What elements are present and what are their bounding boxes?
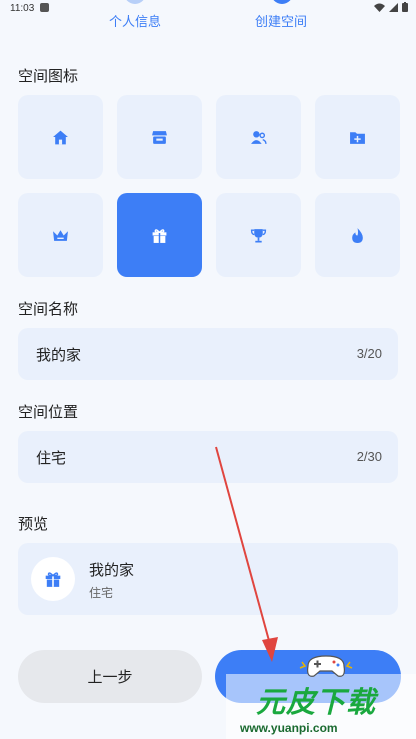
people-icon — [251, 130, 267, 144]
stepper: 个人信息 创建空间 — [0, 0, 416, 34]
store-icon — [152, 130, 167, 144]
space-location-field[interactable]: 住宅 2/30 — [18, 431, 398, 483]
trophy-icon — [250, 228, 267, 243]
space-location-value: 住宅 — [36, 449, 67, 467]
icon-option-crown[interactable] — [18, 193, 103, 277]
preview-avatar — [31, 557, 75, 601]
icon-option-flame[interactable] — [315, 193, 400, 277]
icon-option-gift[interactable] — [117, 193, 202, 277]
gamepad-mascot-icon — [299, 655, 353, 677]
home-icon — [53, 130, 68, 144]
space-name-value: 我的家 — [36, 346, 82, 364]
preview-title: 预览 — [18, 515, 49, 533]
step-create-space: 创建空间 — [255, 15, 308, 30]
previous-step-button[interactable]: 上一步 — [18, 650, 202, 703]
step-indicator-done — [124, 0, 146, 4]
watermark: 元皮下载 www.yuanpi.com — [226, 644, 416, 739]
space-location-title: 空间位置 — [18, 403, 79, 421]
gift-icon — [152, 228, 167, 243]
preview-card: 我的家 住宅 — [18, 543, 398, 615]
icon-option-store[interactable] — [117, 95, 202, 179]
flame-icon — [352, 227, 363, 243]
watermark-logo: 元皮下载 — [256, 685, 377, 719]
preview-space-name: 我的家 — [89, 561, 135, 579]
preview-space-location: 住宅 — [89, 586, 114, 600]
gift-icon — [45, 572, 61, 587]
space-name-field[interactable]: 我的家 3/20 — [18, 328, 398, 380]
icon-option-trophy[interactable] — [216, 193, 301, 277]
icon-option-home[interactable] — [18, 95, 103, 179]
watermark-url: www.yuanpi.com — [240, 721, 338, 735]
crown-icon — [53, 229, 68, 241]
space-icon-title: 空间图标 — [18, 67, 79, 85]
step-indicator-active — [271, 0, 293, 4]
icon-option-folder[interactable] — [315, 95, 400, 179]
space-name-title: 空间名称 — [18, 300, 79, 318]
space-location-count: 2/30 — [356, 449, 382, 464]
space-name-count: 3/20 — [356, 346, 382, 361]
icon-option-people[interactable] — [216, 95, 301, 179]
step-personal-info: 个人信息 — [109, 15, 162, 30]
folder-plus-icon — [350, 131, 365, 144]
